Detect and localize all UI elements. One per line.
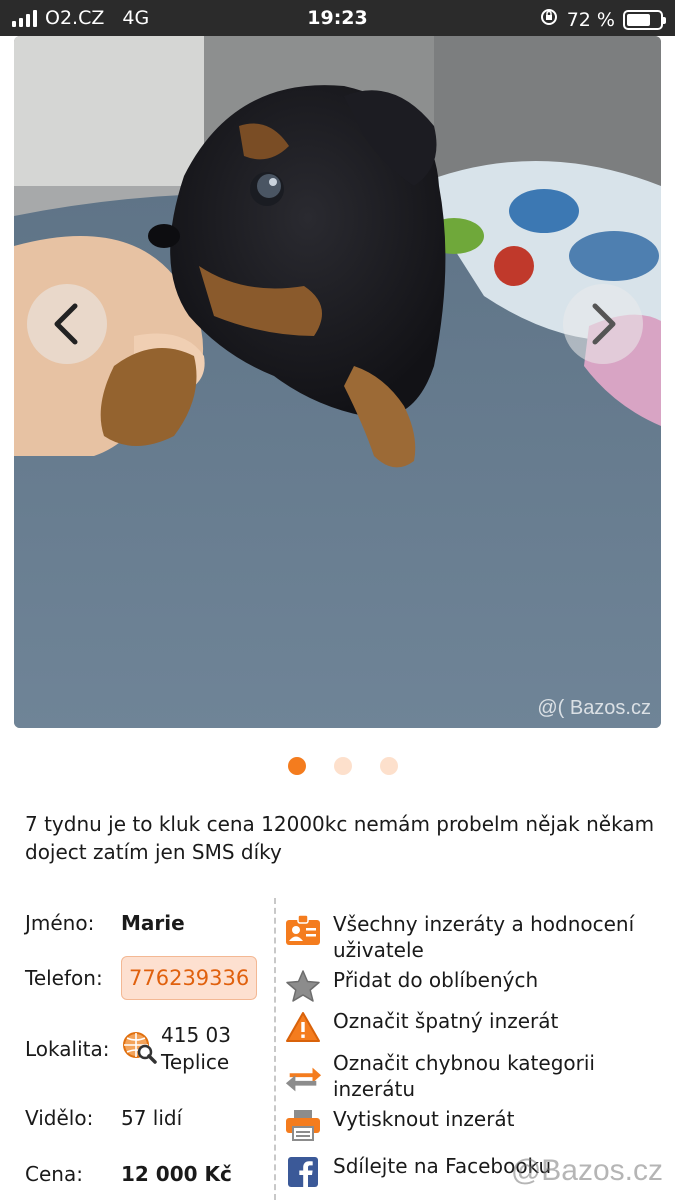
partial-orange-icon — [284, 1192, 322, 1200]
facebook-icon — [284, 1153, 322, 1191]
all-user-listings-label: Všechny inzeráty a hodnocení uživatele — [333, 912, 635, 962]
status-bar: O2.CZ 4G 19:23 72 % — [0, 0, 675, 36]
star-icon — [284, 967, 322, 1005]
pagination-dot-3[interactable] — [379, 757, 398, 775]
price-label: Cena: — [25, 1162, 83, 1186]
signal-icon — [12, 9, 37, 27]
views-count: 57 lidí — [121, 1106, 183, 1130]
add-to-favorites-link[interactable]: Přidat do oblíbených — [284, 967, 538, 1005]
name-row: Jméno: Marie — [25, 911, 185, 935]
user-card-icon — [284, 911, 322, 949]
location-link[interactable]: 415 03 Teplice — [121, 1022, 231, 1076]
battery-icon — [623, 9, 666, 30]
photo-gallery[interactable]: @( Bazos.cz — [14, 36, 661, 728]
pagination-dot-2[interactable] — [333, 757, 352, 775]
location-label: Lokalita: — [25, 1037, 110, 1061]
name-label: Jméno: — [25, 911, 95, 935]
listing-description: 7 tydnu je to kluk cena 12000kc nemám pr… — [25, 812, 655, 864]
status-bar-left: O2.CZ 4G — [12, 7, 149, 29]
print-listing-link[interactable]: Vytisknout inzerát — [284, 1106, 515, 1144]
views-row: Vidělo: 57 lidí — [25, 1106, 182, 1130]
print-listing-label: Vytisknout inzerát — [333, 1107, 515, 1131]
report-category-link[interactable]: Označit chybnou kategorii inzerátu — [284, 1050, 633, 1102]
globe-search-icon — [121, 1030, 157, 1069]
location-zip: 415 03 — [161, 1023, 231, 1047]
views-label: Vidělo: — [25, 1106, 94, 1130]
all-user-listings-link[interactable]: Všechny inzeráty a hodnocení uživatele — [284, 911, 675, 963]
gallery-pagination — [0, 757, 675, 775]
phone-label: Telefon: — [25, 966, 103, 990]
network-type: 4G — [122, 7, 150, 29]
photo-watermark: @( Bazos.cz — [537, 697, 651, 719]
location-row: Lokalita: 415 03 Teplice — [25, 1022, 231, 1076]
column-divider — [274, 898, 276, 1200]
chevron-right-icon — [592, 303, 616, 345]
price-row: Cena: 12 000 Kč — [25, 1162, 232, 1186]
report-listing-link[interactable]: Označit špatný inzerát — [284, 1008, 558, 1046]
phone-row: Telefon: 776239336 — [25, 956, 258, 1000]
price-value: 12 000 Kč — [121, 1162, 232, 1186]
location-text: 415 03 Teplice — [161, 1022, 231, 1076]
listing-photo[interactable] — [14, 36, 661, 728]
pagination-dot-1[interactable] — [287, 757, 306, 775]
printer-icon — [284, 1106, 322, 1144]
next-image-button[interactable] — [563, 284, 643, 364]
footer-watermark: @Bazos.cz — [510, 1154, 663, 1187]
report-listing-label: Označit špatný inzerát — [333, 1009, 559, 1033]
swap-arrows-icon — [284, 1060, 322, 1098]
report-category-label: Označit chybnou kategorii inzerátu — [333, 1051, 595, 1101]
warning-icon — [284, 1008, 322, 1046]
carrier-name: O2.CZ — [45, 7, 105, 29]
battery-percent: 72 % — [566, 8, 615, 31]
add-to-favorites-label: Přidat do oblíbených — [333, 968, 539, 992]
prev-image-button[interactable] — [27, 284, 107, 364]
status-bar-right: 72 % — [539, 7, 666, 32]
location-city: Teplice — [161, 1050, 230, 1074]
more-actions-peek[interactable] — [284, 1192, 322, 1200]
seller-name: Marie — [121, 911, 185, 935]
chevron-left-icon — [54, 303, 78, 345]
orientation-lock-icon — [539, 7, 559, 32]
phone-number-button[interactable]: 776239336 — [121, 956, 258, 1000]
